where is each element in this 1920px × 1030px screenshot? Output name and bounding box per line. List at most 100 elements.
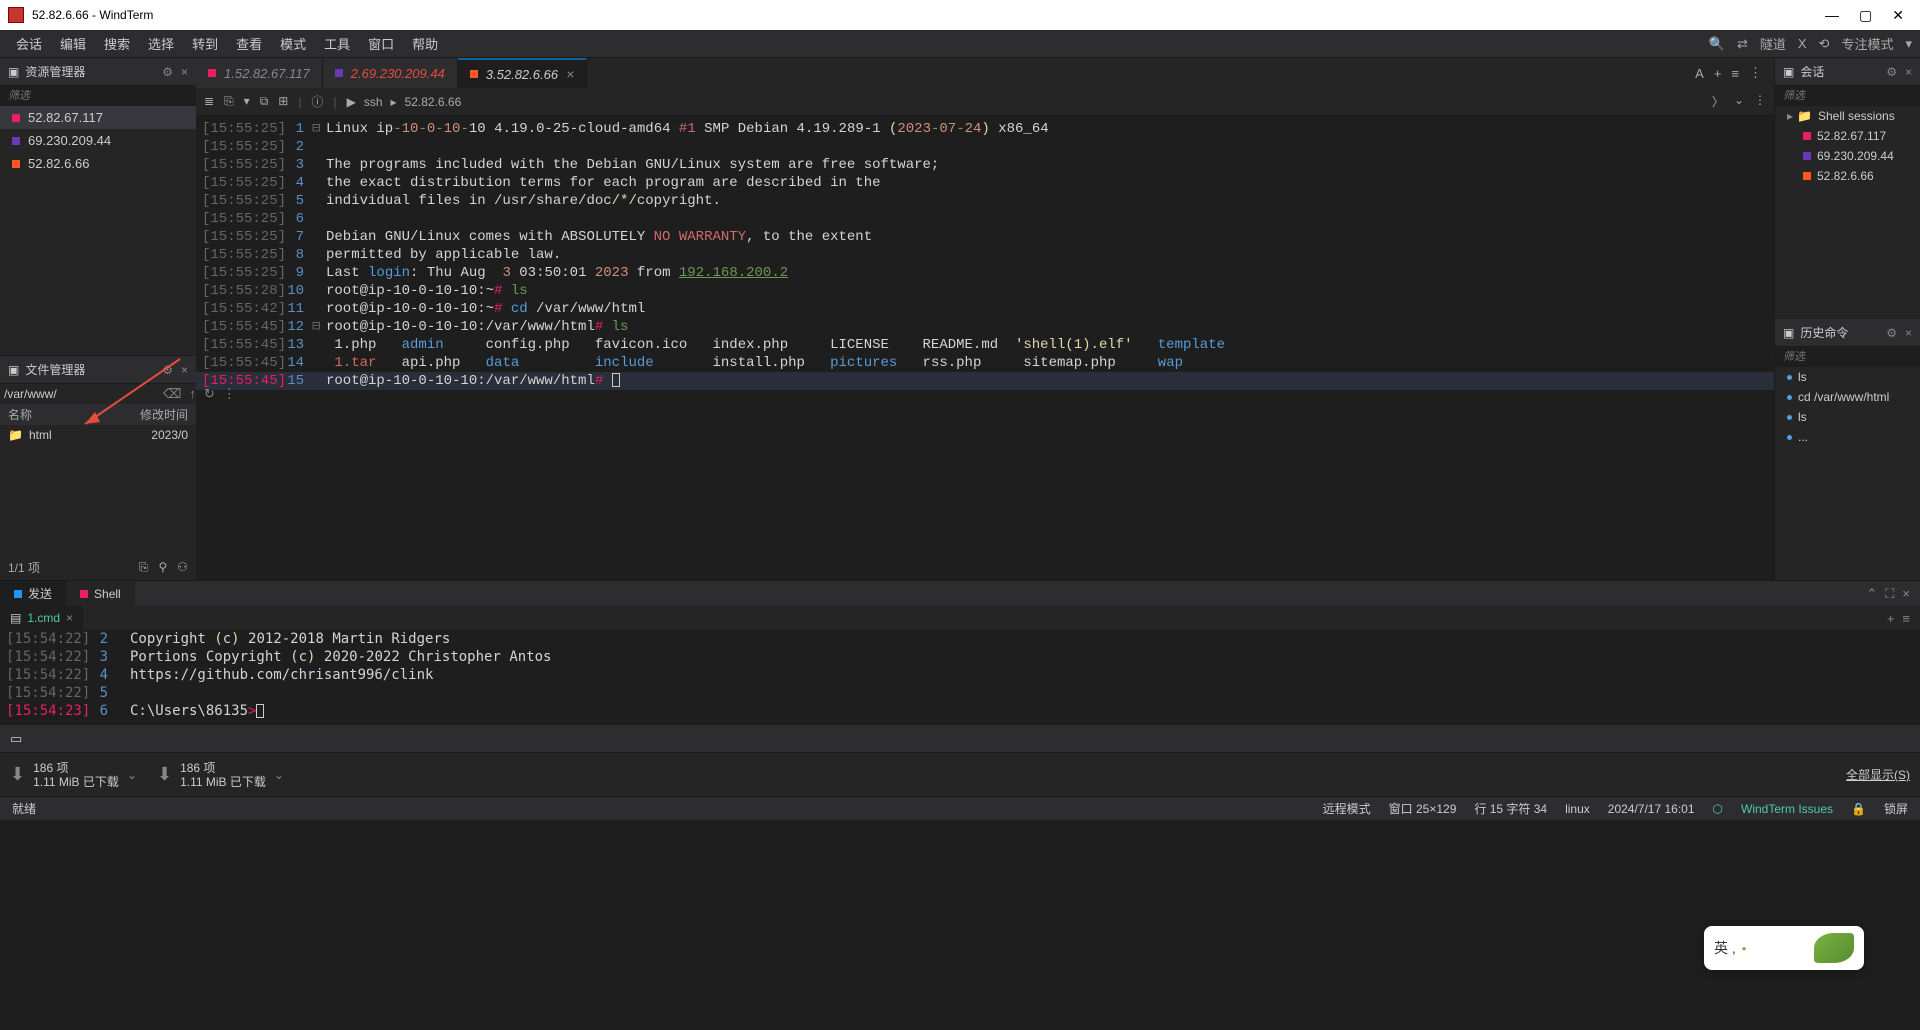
new-icon[interactable]: ⊞: [278, 94, 288, 109]
shell-file-tab[interactable]: ▤ 1.cmd ×: [0, 606, 83, 630]
sessions-filter[interactable]: [1775, 86, 1920, 106]
menu-帮助[interactable]: 帮助: [404, 32, 446, 55]
goto-icon[interactable]: ⎘: [139, 560, 149, 575]
session-tab[interactable]: 1.52.82.67.117: [196, 58, 323, 88]
tunnel-icon[interactable]: ⇄: [1737, 36, 1748, 52]
dropdown-icon[interactable]: ▾: [1905, 36, 1912, 52]
settings-icon[interactable]: ⚙: [162, 363, 173, 377]
session-icon: ▣: [1783, 65, 1794, 79]
clipboard-icon[interactable]: ▭: [10, 731, 22, 747]
refresh-icon[interactable]: ↻: [204, 386, 215, 402]
history-filter[interactable]: [1775, 347, 1920, 367]
history-item[interactable]: ls: [1775, 407, 1920, 427]
editor-area: 1.52.82.67.1172.69.230.209.443.52.82.6.6…: [196, 58, 1774, 580]
close-icon[interactable]: ×: [1902, 586, 1910, 601]
menu-转到[interactable]: 转到: [184, 32, 226, 55]
menu-工具[interactable]: 工具: [316, 32, 358, 55]
bottom-toolbar: ▭: [0, 724, 1920, 752]
focus-label[interactable]: 专注模式: [1841, 34, 1893, 53]
play-icon[interactable]: ▶: [347, 95, 356, 109]
resource-item[interactable]: 52.82.6.66: [0, 152, 196, 175]
pin-icon[interactable]: ⚲: [158, 560, 167, 575]
menu-窗口[interactable]: 窗口: [360, 32, 402, 55]
tab-more-icon[interactable]: ⋮: [1749, 65, 1762, 81]
tab-shell[interactable]: Shell: [66, 581, 135, 606]
info-icon[interactable]: ⓘ: [311, 93, 323, 110]
search-icon[interactable]: 🔍: [1709, 36, 1725, 52]
history-item[interactable]: ls: [1775, 367, 1920, 387]
path-input[interactable]: [4, 387, 159, 401]
maximize-button[interactable]: ▢: [1859, 7, 1872, 24]
issues-link[interactable]: WindTerm Issues: [1741, 802, 1833, 816]
close-icon[interactable]: ×: [66, 611, 73, 625]
back-icon[interactable]: ⌫: [163, 386, 181, 402]
settings-icon[interactable]: ⚙: [1886, 65, 1897, 79]
file-manager-panel: ▣ 文件管理器 ⚙ × ⌫ ↑ ↻ ⋮: [0, 355, 196, 580]
expand-icon[interactable]: ⛶: [1885, 586, 1894, 602]
add-icon[interactable]: +: [1887, 611, 1895, 626]
explorer-filter[interactable]: [0, 86, 196, 106]
copy-icon[interactable]: ⎘: [224, 94, 234, 109]
session-tab[interactable]: 3.52.82.6.66×: [458, 58, 587, 88]
dropdown-icon[interactable]: ▾: [244, 94, 250, 109]
history-item[interactable]: ...: [1775, 427, 1920, 447]
more-icon[interactable]: ⋮: [1754, 93, 1766, 110]
file-item[interactable]: 📁html2023/0: [0, 425, 196, 445]
show-all-link[interactable]: 全部显示(S): [1846, 766, 1910, 783]
focus-icon[interactable]: ⟲: [1819, 36, 1830, 52]
x-icon[interactable]: X: [1798, 36, 1807, 51]
minimize-button[interactable]: —: [1825, 7, 1839, 24]
list-icon[interactable]: ≣: [204, 94, 214, 109]
history-item[interactable]: cd /var/www/html: [1775, 387, 1920, 407]
session-item[interactable]: 69.230.209.44: [1775, 146, 1920, 166]
settings-icon[interactable]: ⚙: [1886, 326, 1897, 340]
more-icon[interactable]: ⋮: [223, 386, 236, 402]
collapse-icon[interactable]: ⌄: [1734, 93, 1744, 110]
menu-查看[interactable]: 查看: [228, 32, 270, 55]
close-icon[interactable]: ×: [1905, 326, 1912, 340]
close-panel-icon[interactable]: ×: [181, 65, 188, 79]
clone-icon[interactable]: ⧉: [260, 94, 269, 109]
window-titlebar: 52.82.6.66 - WindTerm — ▢ ✕: [0, 0, 1920, 30]
session-item[interactable]: 52.82.67.117: [1775, 126, 1920, 146]
bug-icon[interactable]: ⬡: [1713, 802, 1723, 816]
menu-模式[interactable]: 模式: [272, 32, 314, 55]
tab-send[interactable]: 发送: [0, 581, 66, 606]
add-tab-icon[interactable]: +: [1714, 66, 1722, 81]
tab-menu-icon[interactable]: ≡: [1731, 66, 1739, 81]
shell-terminal[interactable]: [15:54:22]2Copyright (c) 2012-2018 Marti…: [0, 630, 1920, 724]
menu-搜索[interactable]: 搜索: [96, 32, 138, 55]
list-icon[interactable]: ≡: [1902, 611, 1910, 626]
up-icon[interactable]: ↑: [189, 386, 196, 402]
chevron-up-icon[interactable]: ⌃: [1866, 586, 1877, 602]
session-root[interactable]: ▸📁Shell sessions: [1775, 106, 1920, 126]
settings-icon[interactable]: ⚙: [162, 65, 173, 79]
close-icon[interactable]: ×: [1905, 65, 1912, 79]
download-item[interactable]: ⬇186 项1.11 MiB 已下载⌄: [10, 761, 137, 789]
tunnel-label[interactable]: 隧道: [1760, 34, 1786, 53]
ime-logo: [1814, 933, 1854, 963]
filemgr-title: 文件管理器: [25, 361, 162, 378]
user-icon[interactable]: ⚇: [177, 560, 188, 575]
close-panel-icon[interactable]: ×: [181, 363, 188, 377]
download-bar: ⬇186 项1.11 MiB 已下载⌄ ⬇186 项1.11 MiB 已下载⌄ 全…: [0, 752, 1920, 796]
ime-badge[interactable]: 英 , •: [1704, 926, 1864, 970]
main-terminal[interactable]: [15:55:25]1⊟Linux ip-10-0-10-10 4.19.0-2…: [196, 116, 1774, 580]
right-sidebar: ▣ 会话 ⚙ × ▸📁Shell sessions52.82.67.11769.…: [1774, 58, 1920, 580]
next-icon[interactable]: 〉: [1712, 93, 1724, 110]
menu-会话[interactable]: 会话: [8, 32, 50, 55]
font-icon[interactable]: A: [1695, 66, 1704, 81]
status-lock[interactable]: 锁屏: [1884, 800, 1908, 817]
session-tab[interactable]: 2.69.230.209.44: [323, 58, 458, 88]
resource-item[interactable]: 69.230.209.44: [0, 129, 196, 152]
menu-编辑[interactable]: 编辑: [52, 32, 94, 55]
col-date[interactable]: 修改时间: [140, 406, 188, 423]
col-name[interactable]: 名称: [8, 406, 140, 423]
explorer-header: ▣ 资源管理器 ⚙ ×: [0, 58, 196, 86]
download-item[interactable]: ⬇186 项1.11 MiB 已下载⌄: [157, 761, 284, 789]
close-button[interactable]: ✕: [1892, 7, 1904, 24]
menu-选择[interactable]: 选择: [140, 32, 182, 55]
resource-item[interactable]: 52.82.67.117: [0, 106, 196, 129]
lock-icon[interactable]: 🔒: [1851, 802, 1866, 816]
session-item[interactable]: 52.82.6.66: [1775, 166, 1920, 186]
